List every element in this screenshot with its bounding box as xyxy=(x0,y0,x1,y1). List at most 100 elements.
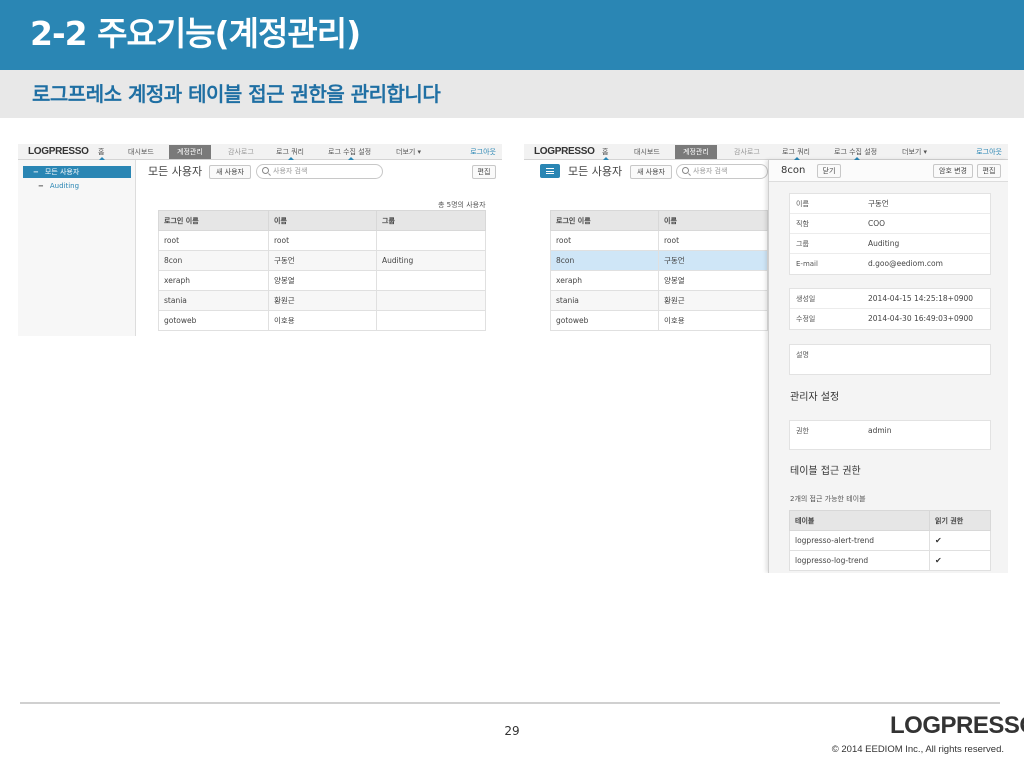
table-row[interactable]: gotoweb 이호용 xyxy=(158,310,486,331)
table-row[interactable]: stania 황원근 xyxy=(550,290,768,311)
table-row-selected[interactable]: 8con 구동언 xyxy=(550,250,768,271)
app-nav-bar: LOGPRESSO 홈 대시보드 계정관리 감사로그 로그 쿼리 로그 수집 설… xyxy=(18,144,502,160)
user-count: 총 5명의 사용자 xyxy=(438,201,486,209)
edit-button[interactable]: 편집 xyxy=(977,164,1001,178)
column-header[interactable]: 로그인 이름 xyxy=(158,210,269,231)
change-password-button[interactable]: 암호 변경 xyxy=(933,164,973,178)
collapse-icon: − xyxy=(33,168,39,176)
column-header[interactable]: 테이블 xyxy=(789,510,930,531)
bullet-icon: − xyxy=(38,182,44,190)
sidebar-item-label: 모든 사용자 xyxy=(44,168,80,176)
field-value: admin xyxy=(868,426,892,435)
cell-name: 양봉열 xyxy=(268,270,377,291)
user-search-input[interactable]: 사용자 검색 xyxy=(256,164,383,179)
nav-home[interactable]: 홈 xyxy=(98,147,104,157)
field-label: 생성일 xyxy=(796,295,816,303)
nav-audit-log[interactable]: 감사로그 xyxy=(228,147,254,157)
nav-account-management[interactable]: 계정관리 xyxy=(169,145,211,159)
table-access-count: 2개의 접근 가능한 테이블 xyxy=(790,495,866,503)
field-value: COO xyxy=(868,219,886,228)
logout-link[interactable]: 로그아웃 xyxy=(976,147,1002,157)
table-header-row: 로그인 이름 이름 그룹 xyxy=(158,210,486,231)
table-row[interactable]: stania 황원근 xyxy=(158,290,486,311)
user-table: 로그인 이름 이름 root root 8con 구동언 xeraph 양봉열 sta… xyxy=(550,210,768,331)
nav-more[interactable]: 더보기 ▾ xyxy=(902,147,927,157)
column-header[interactable]: 읽기 권한 xyxy=(929,510,991,531)
column-header[interactable]: 이름 xyxy=(268,210,377,231)
admin-section-title: 관리자 설정 xyxy=(790,392,840,403)
list-icon-middle xyxy=(546,170,554,172)
table-access-table: 테이블 읽기 권한 logpresso-alert-trend ✔ logpres… xyxy=(789,510,991,571)
nav-log-collection[interactable]: 로그 수집 설정 xyxy=(328,147,371,157)
sidebar-item-auditing[interactable]: − Auditing xyxy=(38,181,79,191)
column-header[interactable]: 그룹 xyxy=(376,210,486,231)
nav-indicator-icon xyxy=(288,157,294,160)
date-row: 수정일 2014-04-30 16:49:03+0900 xyxy=(790,309,990,329)
group-sidebar: − 모든 사용자 − Auditing xyxy=(18,160,136,336)
profile-row: 이름 구동언 xyxy=(790,194,990,214)
cell-login: root xyxy=(158,230,269,251)
sidebar-item-all-users[interactable]: − 모든 사용자 xyxy=(23,166,131,178)
field-label: 이름 xyxy=(796,200,809,208)
cell-group: Auditing xyxy=(376,250,486,271)
table-row[interactable]: root root xyxy=(550,230,768,251)
nav-dashboard[interactable]: 대시보드 xyxy=(634,147,660,157)
table-row[interactable]: logpresso-log-trend ✔ xyxy=(789,550,991,571)
table-header-row: 테이블 읽기 권한 xyxy=(789,510,991,531)
cell-name: 황원근 xyxy=(268,290,377,311)
cell-login: xeraph xyxy=(158,270,269,291)
nav-log-query[interactable]: 로그 쿼리 xyxy=(782,147,810,157)
cell-login: stania xyxy=(550,290,659,311)
table-row[interactable]: xeraph 양봉열 xyxy=(158,270,486,291)
table-row[interactable]: gotoweb 이호용 xyxy=(550,310,768,331)
field-label: 직함 xyxy=(796,220,809,228)
dates-card: 생성일 2014-04-15 14:25:18+0900 수정일 2014-04-3… xyxy=(789,288,991,330)
nav-indicator-icon xyxy=(603,157,609,160)
permission-card: 권한 admin xyxy=(789,420,991,450)
slide-subtitle: 로그프레소 계정과 테이블 접근 권한을 관리합니다 xyxy=(32,82,441,106)
screenshot-user-list: LOGPRESSO 홈 대시보드 계정관리 감사로그 로그 쿼리 로그 수집 설… xyxy=(18,144,502,336)
cell-login: 8con xyxy=(158,250,269,271)
cell-name: 황원근 xyxy=(658,290,768,311)
page-number: 29 xyxy=(504,724,520,738)
sidebar-toggle-button[interactable] xyxy=(540,164,560,178)
user-search-input[interactable]: 사용자 검색 xyxy=(676,164,768,179)
search-icon xyxy=(682,167,689,174)
nav-more[interactable]: 더보기 ▾ xyxy=(396,147,421,157)
new-user-button[interactable]: 새 사용자 xyxy=(209,165,251,179)
logout-link[interactable]: 로그아웃 xyxy=(470,147,496,157)
field-label: 그룹 xyxy=(796,240,809,248)
nav-log-query[interactable]: 로그 쿼리 xyxy=(276,147,304,157)
table-header-row: 로그인 이름 이름 xyxy=(550,210,768,231)
nav-dashboard[interactable]: 대시보드 xyxy=(128,147,154,157)
field-value: Auditing xyxy=(868,239,900,248)
column-header[interactable]: 이름 xyxy=(658,210,768,231)
edit-button[interactable]: 편집 xyxy=(472,165,496,179)
table-row[interactable]: root root xyxy=(158,230,486,251)
table-row[interactable]: 8con 구동언 Auditing xyxy=(158,250,486,271)
list-title: 모든 사용자 xyxy=(568,165,623,178)
nav-home[interactable]: 홈 xyxy=(602,147,608,157)
nav-log-collection[interactable]: 로그 수집 설정 xyxy=(834,147,877,157)
table-row[interactable]: xeraph 양봉열 xyxy=(550,270,768,291)
close-button[interactable]: 닫기 xyxy=(817,164,841,178)
cell-name: 구동언 xyxy=(658,250,768,271)
app-logo: LOGPRESSO xyxy=(534,146,595,157)
description-card: 설명 xyxy=(789,344,991,375)
nav-account-management[interactable]: 계정관리 xyxy=(675,145,717,159)
new-user-button[interactable]: 새 사용자 xyxy=(630,165,672,179)
sidebar-item-label: Auditing xyxy=(49,182,80,190)
user-detail-panel: 8con 닫기 암호 변경 편집 이름 구동언 직함 COO 그룹 Auditing … xyxy=(768,160,1008,573)
cell-table-name: logpresso-alert-trend xyxy=(789,530,930,551)
app-nav-bar: LOGPRESSO 홈 대시보드 계정관리 감사로그 로그 쿼리 로그 수집 설… xyxy=(524,144,1008,160)
column-header[interactable]: 로그인 이름 xyxy=(550,210,659,231)
field-label: 권한 xyxy=(796,427,809,435)
nav-audit-log[interactable]: 감사로그 xyxy=(734,147,760,157)
cell-table-name: logpresso-log-trend xyxy=(789,550,930,571)
field-value: 구동언 xyxy=(868,199,889,208)
list-title: 모든 사용자 xyxy=(148,165,203,178)
copyright-text: © 2014 EEDIOM Inc., All rights reserved. xyxy=(831,744,1004,755)
cell-name: 양봉열 xyxy=(658,270,768,291)
table-row[interactable]: logpresso-alert-trend ✔ xyxy=(789,530,991,551)
detail-user-name: 8con xyxy=(781,165,806,176)
